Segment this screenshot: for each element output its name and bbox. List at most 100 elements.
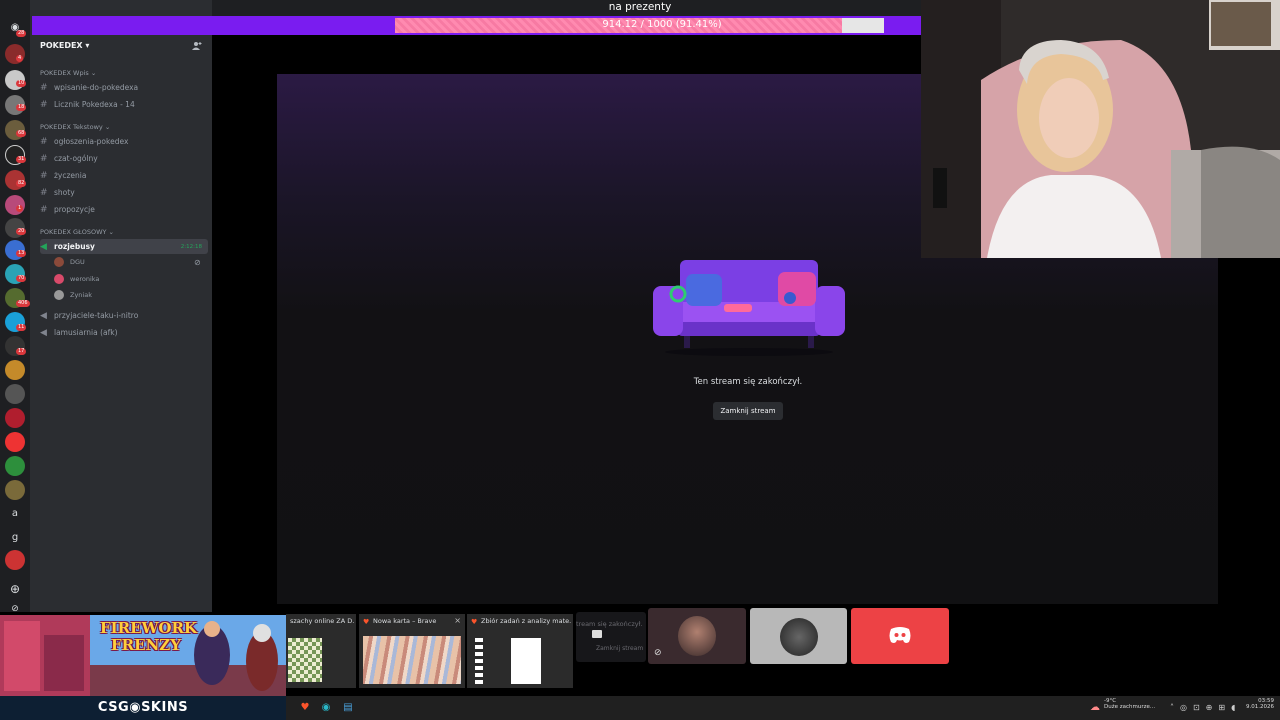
- taskbar-thumbnail[interactable]: Zbiór zadań z analizy mate... ♥: [467, 614, 573, 688]
- channel-item[interactable]: # ogłoszenia-pokedex: [40, 134, 208, 149]
- server-rail: ◉ a g ⊕ ⊘ 28 4 10 18 68 31 82 1 20 13 70 406 11 17: [0, 0, 30, 614]
- server-letter[interactable]: g: [5, 532, 25, 543]
- empty-sofa-illustration: [653, 260, 845, 356]
- screen-icon: [592, 630, 602, 638]
- taskbar-thumbnail[interactable]: szachy online ZA D...: [286, 614, 356, 688]
- speaker-icon: ◀: [40, 327, 47, 338]
- category-header[interactable]: POKEDEX Tekstowy ⌄: [40, 123, 110, 131]
- participant-tile[interactable]: ⊘: [648, 608, 746, 664]
- voice-channel-active[interactable]: ◀ rozjebusy 2:12:18: [40, 239, 208, 254]
- server-icon[interactable]: [5, 550, 25, 570]
- mini-tile-sub: Zamknij stream: [596, 645, 644, 652]
- brave-icon: ♥: [471, 618, 478, 626]
- document-preview: [511, 638, 541, 684]
- avatar: [54, 290, 64, 300]
- new-tab-preview: [363, 636, 461, 684]
- thumbnail-title: Nowa karta – Brave: [373, 617, 437, 625]
- hash-icon: #: [40, 82, 48, 93]
- unread-badge: 82: [16, 180, 27, 187]
- channel-item[interactable]: # czat-ogólny: [40, 151, 208, 166]
- server-icon[interactable]: [5, 456, 25, 476]
- close-icon[interactable]: ×: [454, 616, 461, 625]
- avatar: [54, 257, 64, 267]
- server-icon[interactable]: [5, 408, 25, 428]
- category-header[interactable]: POKEDEX Wpis ⌄: [40, 69, 96, 77]
- muted-mic-icon: ⊘: [194, 258, 201, 267]
- voice-channel[interactable]: ◀ przyjaciele-taku-i-nitro: [40, 308, 208, 323]
- document-sidebar-preview: [475, 638, 483, 684]
- unread-badge: 31: [16, 156, 27, 163]
- speaker-icon: ◀: [40, 310, 47, 321]
- add-server-icon[interactable]: ⊕: [5, 582, 25, 596]
- system-tray-icons[interactable]: ˄◎⊡⊕⊞◖: [1170, 703, 1241, 712]
- muted-mic-icon: ⊘: [654, 648, 662, 658]
- unread-badge: 18: [16, 104, 27, 111]
- avatar: [780, 618, 818, 656]
- goal-label: na prezenty: [608, 1, 672, 13]
- server-icon[interactable]: [5, 384, 25, 404]
- voice-user[interactable]: DGU: [54, 257, 204, 267]
- unread-badge: 17: [16, 348, 27, 355]
- goal-progress-bar: 914.12 / 1000 (91.41%): [32, 16, 921, 35]
- brave-taskbar-icon[interactable]: ♥: [298, 701, 312, 715]
- hash-icon: #: [40, 99, 48, 110]
- stream-ended-message: Ten stream się zakończył.: [693, 377, 803, 387]
- avatar: [678, 616, 716, 656]
- chessboard-preview: [288, 638, 322, 682]
- thumbnail-title: Zbiór zadań z analizy mate...: [481, 617, 571, 625]
- invite-people-icon[interactable]: [192, 41, 202, 51]
- server-icon[interactable]: [5, 432, 25, 452]
- unread-badge: 20: [16, 228, 27, 235]
- unread-badge: 406: [16, 300, 30, 307]
- unread-badge: 10: [16, 80, 27, 87]
- channel-sidebar: POKEDEX ▾ POKEDEX Wpis ⌄ # wpisanie-do-po…: [30, 0, 212, 612]
- hash-icon: #: [40, 204, 48, 215]
- unread-badge: 28: [16, 30, 27, 37]
- server-icon[interactable]: [5, 360, 25, 380]
- channel-item[interactable]: # życzenia: [40, 168, 208, 183]
- browser-taskbar-icon[interactable]: ◉: [319, 701, 333, 715]
- mini-stream-tile[interactable]: tream się zakończył. Zamknij stream: [576, 612, 646, 662]
- voice-user[interactable]: weronika: [54, 274, 204, 284]
- weather-icon: ☁: [1090, 702, 1100, 713]
- server-name[interactable]: POKEDEX ▾: [40, 41, 89, 50]
- channel-item[interactable]: # shoty: [40, 185, 208, 200]
- taskbar-thumbnail[interactable]: Nowa karta – Brave ♥ ×: [359, 614, 465, 688]
- discord-logo-icon: [889, 627, 911, 643]
- weather-info[interactable]: -9°C Duże zachmurze...: [1104, 698, 1155, 710]
- unread-badge: 70: [16, 275, 27, 282]
- avatar: [54, 274, 64, 284]
- voice-channel[interactable]: ◀ lamusiarnia (afk): [40, 325, 208, 340]
- hash-icon: #: [40, 170, 48, 181]
- unread-badge: 68: [16, 130, 27, 137]
- participant-tile[interactable]: [750, 608, 847, 664]
- goal-progress-text: 914.12 / 1000 (91.41%): [602, 19, 722, 30]
- unread-badge: 13: [16, 250, 27, 257]
- speaker-icon: ◀: [40, 241, 47, 252]
- brave-icon: ♥: [363, 618, 370, 626]
- category-header[interactable]: POKEDEX GŁOSOWY ⌄: [40, 228, 114, 236]
- sponsor-banner: CSG◉SKINS: [0, 696, 286, 720]
- server-letter[interactable]: a: [5, 508, 25, 519]
- voice-user[interactable]: Zyniak: [54, 290, 204, 300]
- webcam-feed: [921, 0, 1280, 258]
- channel-item[interactable]: # wpisanie-do-pokedexa: [40, 80, 208, 95]
- channel-item[interactable]: # propozycje: [40, 202, 208, 217]
- server-icon[interactable]: [5, 195, 25, 215]
- hash-icon: #: [40, 153, 48, 164]
- server-icon[interactable]: [5, 44, 25, 64]
- server-icon[interactable]: [5, 480, 25, 500]
- thumbnail-title: szachy online ZA D...: [290, 617, 354, 625]
- voice-timer: 2:12:18: [180, 243, 202, 250]
- unread-badge: 11: [16, 324, 27, 331]
- mini-tile-text: tream się zakończył.: [576, 620, 643, 628]
- notepad-taskbar-icon[interactable]: ▤: [341, 701, 355, 715]
- participant-tile[interactable]: [851, 608, 949, 664]
- hash-icon: #: [40, 136, 48, 147]
- goal-progress-remaining: [842, 18, 884, 33]
- close-stream-button[interactable]: Zamknij stream: [713, 402, 783, 420]
- channel-item[interactable]: # Licznik Pokedexa - 14: [40, 97, 208, 112]
- game-title: FIREWORK FRENZY: [100, 619, 197, 654]
- clock[interactable]: 03:59 9.01.2026: [1244, 698, 1274, 710]
- hash-icon: #: [40, 187, 48, 198]
